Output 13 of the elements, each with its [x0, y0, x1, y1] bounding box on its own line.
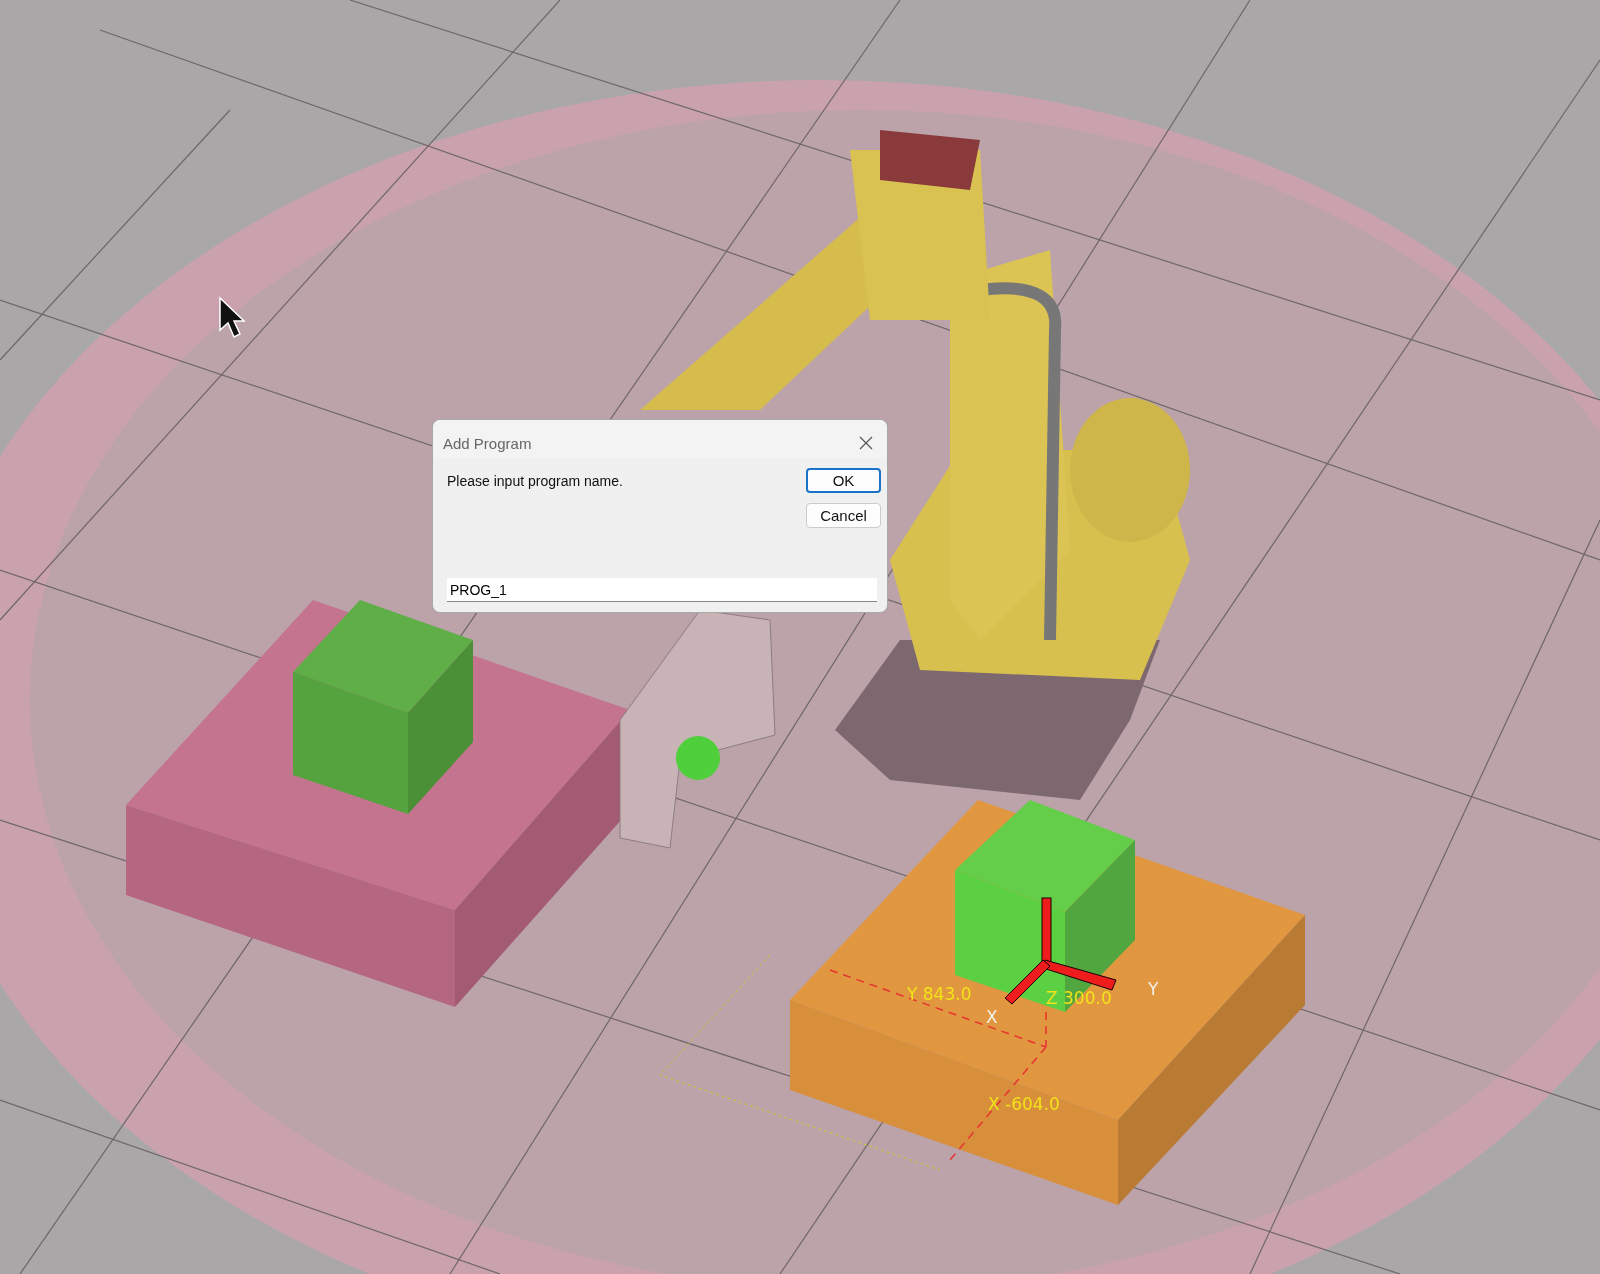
coordinate-label: Y 843.0 [907, 984, 972, 1004]
program-name-field[interactable]: PROG_1 [447, 578, 877, 602]
coordinate-label: X [986, 1007, 998, 1027]
coordinate-label: Y [1148, 979, 1159, 999]
ball [676, 736, 720, 780]
close-icon[interactable] [859, 436, 873, 450]
dialog-button[interactable]: Cancel [806, 503, 881, 528]
coordinate-label: X -604.0 [988, 1094, 1060, 1114]
dialog-title: Add Program [443, 434, 532, 452]
mouse-pointer-icon [219, 296, 246, 339]
dialog-button[interactable]: OK [806, 468, 881, 493]
frame-axes-icon [1004, 897, 1117, 1005]
prompt-text: Please input program name. [447, 472, 623, 491]
